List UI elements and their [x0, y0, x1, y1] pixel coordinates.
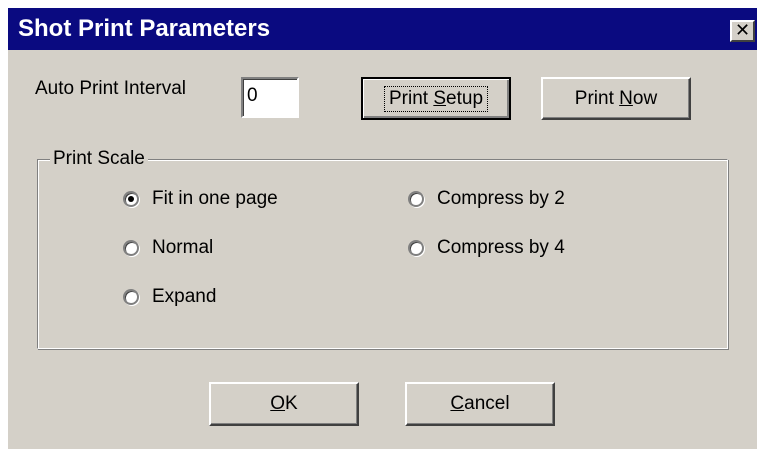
title-bar[interactable]: Shot Print Parameters ✕ — [8, 8, 757, 50]
cancel-button[interactable]: Cancel — [405, 382, 555, 426]
radio-label: Compress by 2 — [437, 188, 565, 209]
radio-button-icon — [123, 240, 139, 256]
print-setup-button-label: Print Setup — [383, 85, 489, 112]
radio-expand[interactable]: Expand — [123, 286, 216, 308]
window-title: Shot Print Parameters — [18, 15, 271, 42]
radio-button-icon — [408, 191, 424, 207]
auto-print-interval-input[interactable]: 0 — [241, 77, 299, 118]
radio-compress-by-2[interactable]: Compress by 2 — [408, 188, 565, 210]
radio-fit-in-one-page[interactable]: Fit in one page — [123, 188, 278, 210]
print-setup-button[interactable]: Print Setup — [361, 77, 511, 120]
shot-print-parameters-dialog: Shot Print Parameters ✕ Auto Print Inter… — [8, 8, 757, 449]
print-scale-label: Print Scale — [50, 148, 148, 170]
ok-button[interactable]: OK — [209, 382, 359, 426]
radio-button-icon — [123, 289, 139, 305]
radio-normal[interactable]: Normal — [123, 237, 213, 259]
radio-label: Expand — [152, 286, 217, 307]
close-icon: ✕ — [734, 20, 751, 41]
close-button[interactable]: ✕ — [730, 20, 755, 42]
radio-label: Fit in one page — [152, 188, 278, 209]
auto-print-interval-label: Auto Print Interval — [35, 78, 187, 99]
ok-button-label: OK — [270, 393, 298, 414]
radio-compress-by-4[interactable]: Compress by 4 — [408, 237, 565, 259]
radio-button-icon — [408, 240, 424, 256]
radio-label: Compress by 4 — [437, 237, 565, 258]
print-now-button[interactable]: Print Now — [541, 77, 691, 120]
radio-button-icon — [123, 191, 139, 207]
radio-label: Normal — [152, 237, 214, 258]
print-now-button-label: Print Now — [574, 87, 658, 109]
cancel-button-label: Cancel — [450, 393, 510, 414]
